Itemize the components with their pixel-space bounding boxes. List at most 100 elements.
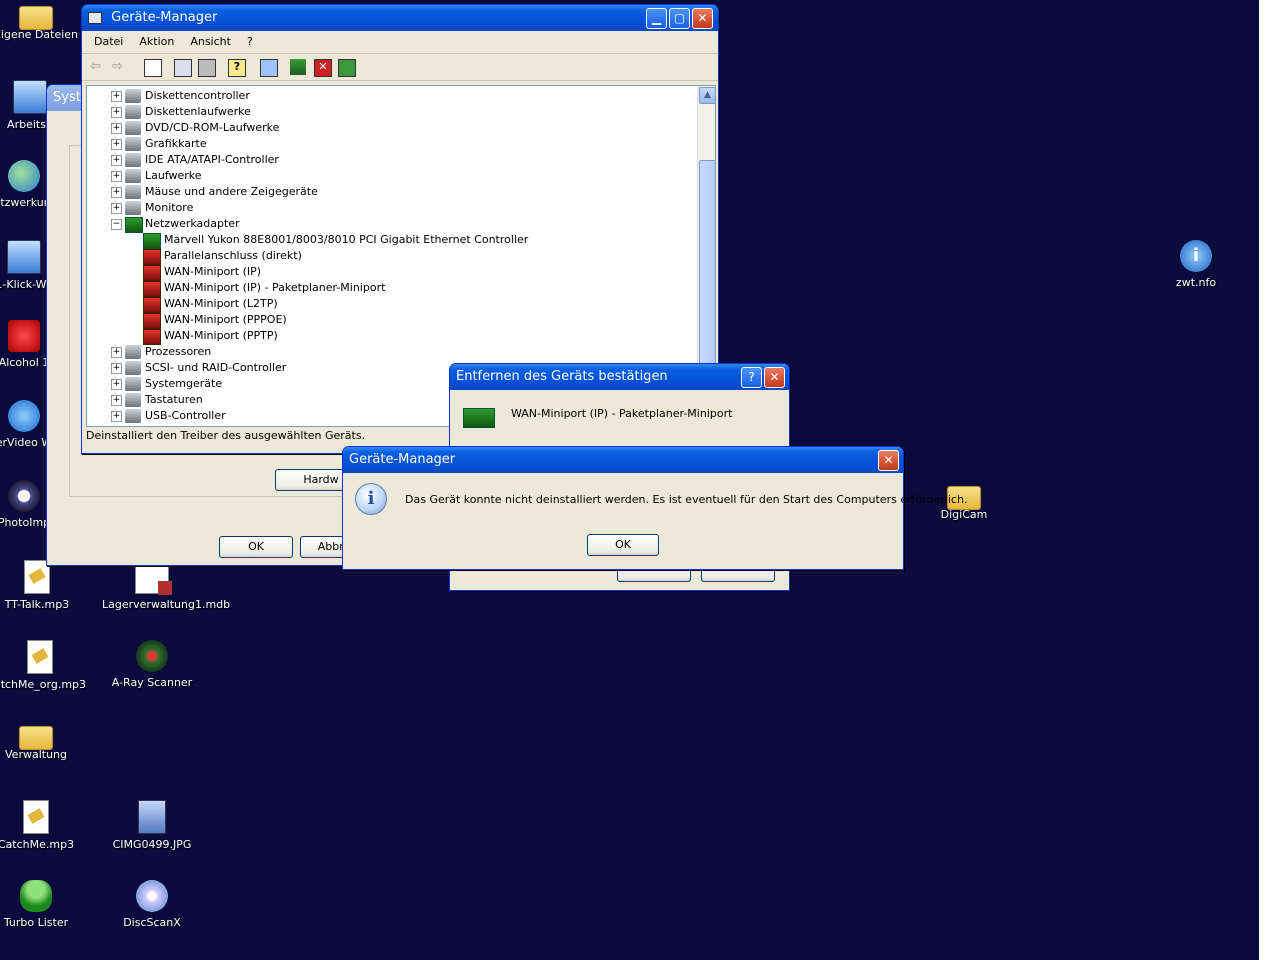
scsi-icon [125,361,141,375]
display-adapter-icon [125,137,141,151]
usb-icon [125,409,141,423]
expand-icon[interactable]: + [111,123,122,134]
expand-icon[interactable]: + [111,91,122,102]
tree-category[interactable]: + DVD/CD-ROM-Laufwerke [87,120,687,136]
desktop-icon-lagerverwaltung[interactable]: Lagerverwaltung1.mdb [102,560,230,611]
menu-datei[interactable]: Datei [86,31,131,53]
scan-hardware-icon[interactable] [260,59,278,77]
expand-icon[interactable]: + [111,411,122,422]
menu-ansicht[interactable]: Ansicht [182,31,239,53]
enable-device-icon[interactable] [338,59,356,77]
print-icon[interactable] [198,59,216,77]
menu-bar: Datei Aktion Ansicht ? [82,31,718,54]
ide-controller-icon [125,153,141,167]
expand-icon[interactable]: + [111,171,122,182]
desktop-icon-catchme-org[interactable]: atchMe_org.mp3 [0,640,90,691]
menu-aktion[interactable]: Aktion [131,31,182,53]
error-dialog-titlebar[interactable]: Geräte-Manager ✕ [343,447,903,473]
maximize-button[interactable]: ▢ [669,8,690,29]
desktop-icon-verwaltung[interactable]: Verwaltung [0,720,86,761]
tree-device[interactable]: WAN-Miniport (PPTP) [87,328,687,345]
expand-icon[interactable]: + [111,379,122,390]
forward-arrow-icon[interactable]: ⇨ [112,59,128,75]
wan-miniport-icon [143,249,161,265]
tree-category[interactable]: + Monitore [87,200,687,216]
disc-icon [136,880,168,912]
help-icon[interactable]: ? [228,59,246,77]
tree-item-label: Tastaturen [145,393,203,406]
error-dialog-title: Geräte-Manager [349,452,456,467]
expand-icon[interactable]: + [111,155,122,166]
update-driver-icon[interactable] [290,59,306,75]
error-message: Das Gerät konnte nicht deinstalliert wer… [405,493,968,506]
tree-category[interactable]: + IDE ATA/ATAPI-Controller [87,152,687,168]
folder-icon [19,6,53,30]
desktop-icon-eigene-dateien[interactable]: Eigene Dateien [0,0,86,41]
shortcut-icon [7,240,41,274]
expand-icon[interactable]: + [111,107,122,118]
desktop-icon-a-ray-scanner[interactable]: A-Ray Scanner [102,640,202,689]
expand-icon[interactable]: + [111,187,122,198]
tree-item-label: WAN-Miniport (L2TP) [164,297,278,310]
cdrom-icon [125,121,141,135]
tree-category[interactable]: + Prozessoren [87,344,687,360]
tree-device[interactable]: Marvell Yukon 88E8001/8003/8010 PCI Giga… [87,232,687,249]
expand-icon[interactable]: + [111,395,122,406]
desktop-icon-tt-talk[interactable]: TT-Talk.mp3 [0,560,87,611]
network-adapter-icon [125,217,143,233]
desktop-icon-turbo-lister[interactable]: Turbo Lister [0,880,86,929]
uninstall-icon[interactable]: ✕ [314,59,332,77]
mouse-icon [125,185,141,199]
info-icon: i [355,483,387,515]
close-button[interactable]: ✕ [692,8,713,29]
tree-category[interactable]: − Netzwerkadapter [87,216,687,233]
tree-device[interactable]: WAN-Miniport (L2TP) [87,296,687,313]
back-arrow-icon[interactable]: ⇦ [90,59,106,75]
computer-icon [88,11,102,24]
wan-miniport-icon [143,329,161,345]
error-ok-button[interactable]: OK [587,534,659,556]
confirm-close-button[interactable]: ✕ [764,367,785,388]
desktop-icon-zwt-nfo[interactable]: i zwt.nfo [1146,240,1246,289]
console-tree-icon[interactable] [144,59,162,77]
status-bar: Deinstalliert den Treiber des ausgewählt… [86,429,366,442]
tree-item-label: Netzwerkadapter [145,217,240,230]
tree-category[interactable]: + Diskettencontroller [87,88,687,104]
network-card-icon [143,233,161,249]
camera-icon [8,480,40,512]
confirm-removal-titlebar[interactable]: Entfernen des Geräts bestätigen ? ✕ [450,364,789,390]
device-manager-titlebar[interactable]: Geräte-Manager ▁ ▢ ✕ [82,5,718,31]
tree-device[interactable]: WAN-Miniport (IP) [87,264,687,281]
expand-icon[interactable]: + [111,363,122,374]
tree-category[interactable]: + Grafikkarte [87,136,687,152]
tree-category[interactable]: + Diskettenlaufwerke [87,104,687,120]
tree-device[interactable]: Parallelanschluss (direkt) [87,248,687,265]
help-button[interactable]: ? [741,367,762,388]
error-dialog: Geräte-Manager ✕ i Das Gerät konnte nich… [342,446,967,570]
tree-item-label: Parallelanschluss (direkt) [164,249,302,262]
desktop-icon-cimg0499[interactable]: CIMG0499.JPG [102,800,202,851]
collapse-icon[interactable]: − [111,219,122,230]
menu-help[interactable]: ? [239,31,261,53]
properties-icon[interactable] [174,59,192,77]
toolbar: ⇦ ⇨ ? ✕ [82,54,718,81]
biohazard-icon [136,640,168,672]
expand-icon[interactable]: + [111,139,122,150]
turbolister-icon [20,880,52,912]
expand-icon[interactable]: + [111,203,122,214]
tree-item-label: SCSI- und RAID-Controller [145,361,287,374]
alcohol-icon [8,320,40,352]
tree-device[interactable]: WAN-Miniport (PPPOE) [87,312,687,329]
tree-item-label: Laufwerke [145,169,202,182]
processor-icon [125,345,141,359]
scroll-up-icon[interactable]: ▲ [699,87,715,104]
tree-device[interactable]: WAN-Miniport (IP) - Paketplaner-Miniport [87,280,687,297]
error-close-button[interactable]: ✕ [878,450,899,471]
expand-icon[interactable]: + [111,347,122,358]
sysprops-ok-button[interactable]: OK [219,536,293,558]
desktop-icon-discscanx[interactable]: DiscScanX [102,880,202,929]
tree-category[interactable]: + Laufwerke [87,168,687,184]
minimize-button[interactable]: ▁ [646,8,667,29]
tree-category[interactable]: + Mäuse und andere Zeigegeräte [87,184,687,200]
desktop-icon-catchme[interactable]: CatchMe.mp3 [0,800,86,851]
